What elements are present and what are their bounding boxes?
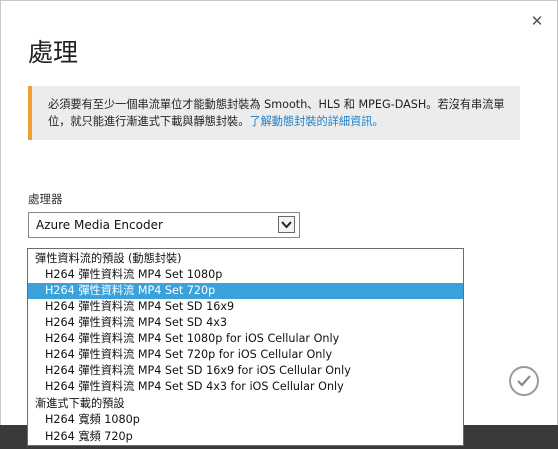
preset-group-adaptive: 彈性資料流的預設 (動態封裝) bbox=[35, 252, 182, 265]
preset-option-selected[interactable]: H264 彈性資料流 MP4 Set 720p bbox=[28, 283, 463, 299]
preset-option[interactable]: H264 彈性資料流 MP4 Set 720p for iOS Cellular… bbox=[28, 347, 463, 363]
processor-selected-value: Azure Media Encoder bbox=[36, 218, 163, 232]
preset-option[interactable]: H264 寬頻 1080p bbox=[28, 412, 463, 428]
check-icon bbox=[517, 375, 531, 387]
preset-option[interactable]: H264 彈性資料流 MP4 Set SD 4x3 bbox=[28, 315, 463, 331]
preset-option[interactable]: H264 彈性資料流 MP4 Set SD 16x9 bbox=[28, 299, 463, 315]
preset-option[interactable]: H264 彈性資料流 MP4 Set 1080p bbox=[28, 267, 463, 283]
processor-select[interactable]: Azure Media Encoder bbox=[28, 212, 300, 238]
chevron-down-icon[interactable] bbox=[278, 216, 295, 233]
processor-label: 處理器 bbox=[28, 192, 63, 206]
streaming-unit-notice: 必須要有至少一個串流單位才能動態封裝為 Smooth、HLS 和 MPEG-DA… bbox=[28, 86, 520, 140]
preset-option[interactable]: H264 彈性資料流 MP4 Set SD 4x3 for iOS Cellul… bbox=[28, 379, 463, 395]
dialog-title: 處理 bbox=[28, 38, 79, 67]
preset-group-progressive: 漸進式下載的預設 bbox=[35, 397, 125, 410]
preset-option[interactable]: H264 彈性資料流 MP4 Set SD 16x9 for iOS Cellu… bbox=[28, 363, 463, 379]
confirm-check-button[interactable] bbox=[509, 366, 539, 396]
encoding-preset-dropdown[interactable]: 彈性資料流的預設 (動態封裝) H264 彈性資料流 MP4 Set 1080p… bbox=[27, 248, 464, 446]
preset-option[interactable]: H264 彈性資料流 MP4 Set 1080p for iOS Cellula… bbox=[28, 331, 463, 347]
close-icon[interactable]: ✕ bbox=[529, 13, 545, 29]
preset-option[interactable]: H264 寬頻 720p bbox=[28, 429, 463, 445]
dynamic-packaging-link[interactable]: 了解動態封裝的詳細資訊。 bbox=[249, 115, 383, 128]
